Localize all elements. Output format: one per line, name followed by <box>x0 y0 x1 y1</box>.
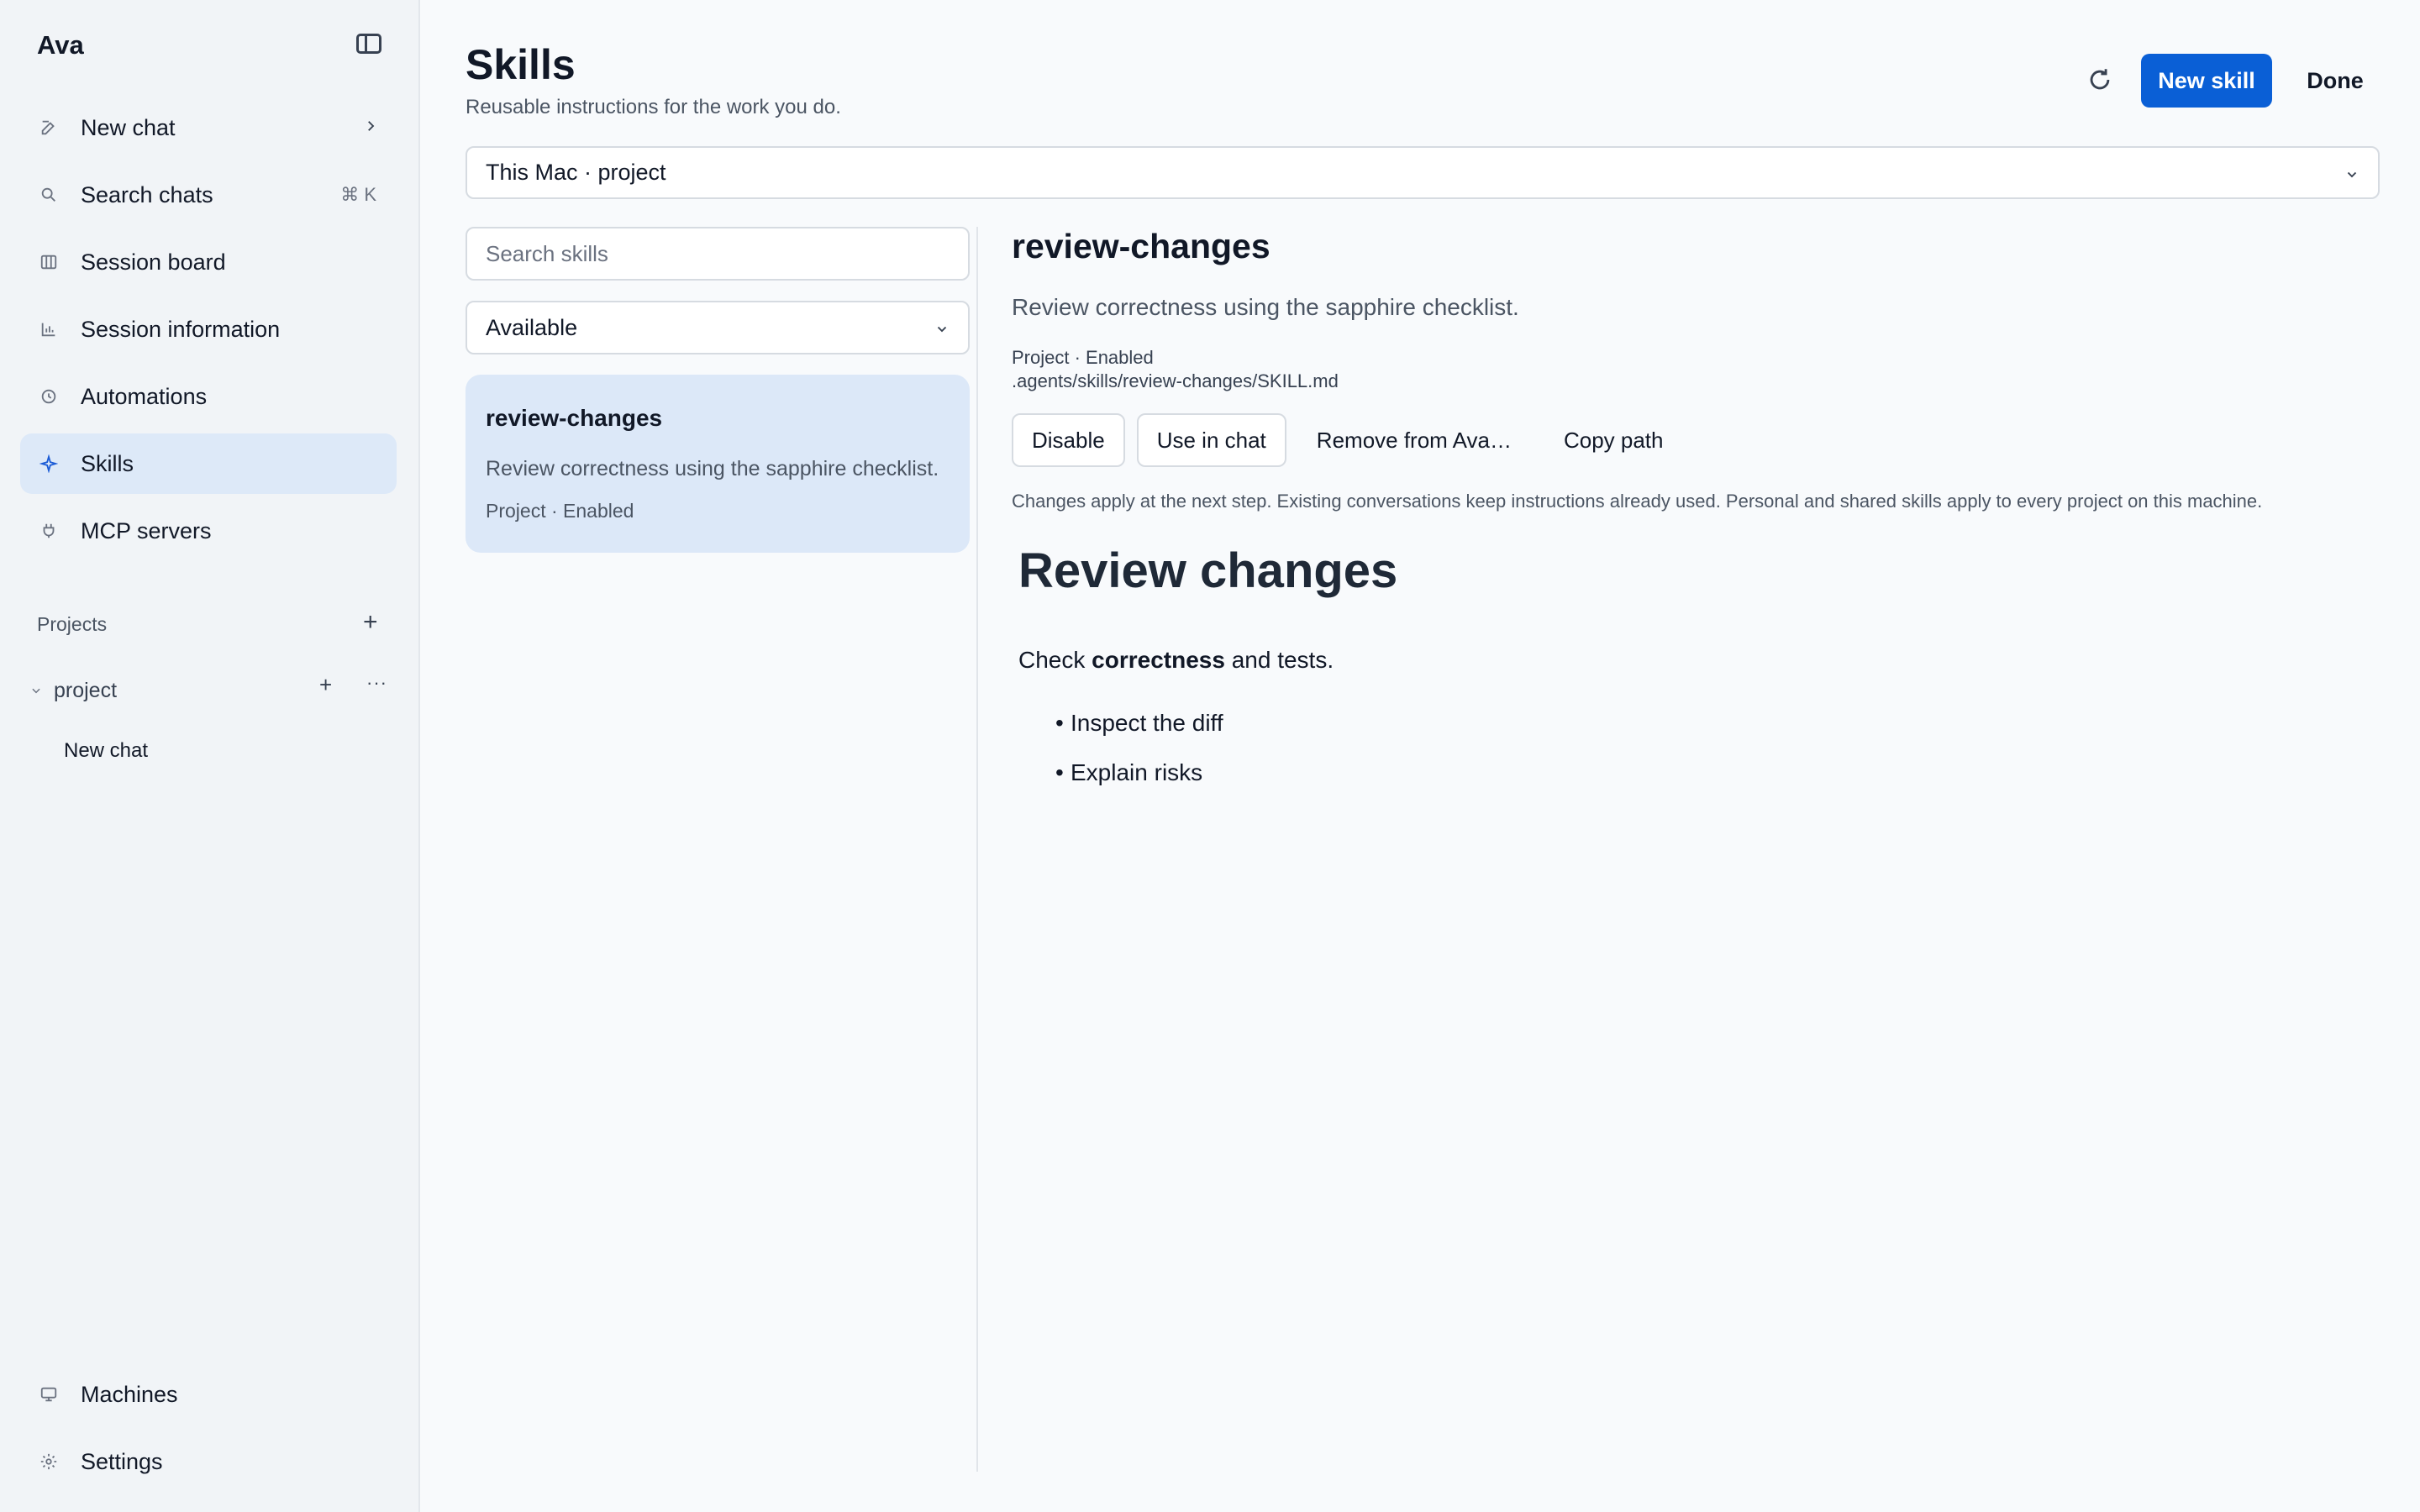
sidebar-item-automations[interactable]: Automations <box>20 366 397 427</box>
sidebar-item-new-chat[interactable]: New chat <box>20 97 397 158</box>
board-icon <box>29 232 69 292</box>
filter-select-value: Available <box>486 314 578 340</box>
project-name: project <box>54 678 118 702</box>
scope-select[interactable]: This Mac · project <box>466 146 2380 199</box>
sidebar-item-session-board[interactable]: Session board <box>20 232 397 292</box>
compose-icon <box>29 97 69 158</box>
skill-status: Project · Enabled <box>1012 347 1154 368</box>
skill-content-bullet: Explain risks <box>1055 759 1202 786</box>
chevron-down-icon <box>32 688 40 694</box>
gear-icon <box>29 1431 69 1492</box>
clock-icon <box>29 366 69 427</box>
skill-content-heading: Review changes <box>1018 543 1398 598</box>
skill-filter-select[interactable]: Available <box>466 301 970 354</box>
chevron-down-icon <box>937 326 947 333</box>
sidebar-item-label: MCP servers <box>81 517 212 543</box>
sidebar-item-label: Machines <box>81 1381 178 1407</box>
sidebar-item-machines[interactable]: Machines <box>20 1364 397 1425</box>
refresh-button[interactable] <box>2086 66 2114 94</box>
paragraph-text: and tests. <box>1224 647 1334 673</box>
search-skills-input[interactable] <box>466 227 970 281</box>
search-icon <box>29 165 69 225</box>
sidebar-item-skills[interactable]: Skills <box>20 433 397 494</box>
plug-icon <box>29 501 69 561</box>
sidebar-item-label: Settings <box>81 1448 163 1474</box>
chevron-down-icon <box>2347 171 2357 178</box>
project-item[interactable]: project <box>30 674 117 707</box>
new-skill-button[interactable]: New skill <box>2141 54 2272 108</box>
remove-button[interactable]: Remove from Ava… <box>1298 413 1530 467</box>
done-button[interactable]: Done <box>2289 54 2381 108</box>
sidebar-item-label: Automations <box>81 383 208 409</box>
sidebar-item-label: New chat <box>81 114 176 140</box>
monitor-icon <box>29 1364 69 1425</box>
skill-item-description: Review correctness using the sapphire ch… <box>486 457 939 480</box>
skill-list-item[interactable]: review-changes Review correctness using … <box>466 375 970 553</box>
add-project-button[interactable]: + <box>363 610 378 635</box>
chevron-right-icon <box>363 116 378 139</box>
sparkle-icon <box>29 433 69 494</box>
sidebar-item-settings[interactable]: Settings <box>20 1431 397 1492</box>
disable-button[interactable]: Disable <box>1012 413 1125 467</box>
skill-detail-meta: Project · Enabled .agents/skills/review-… <box>1012 346 1339 393</box>
sidebar-item-search-chats[interactable]: Search chats ⌘ K <box>20 165 397 225</box>
new-project-chat-button[interactable]: + <box>319 674 332 696</box>
sidebar-item-mcp-servers[interactable]: MCP servers <box>20 501 397 561</box>
sidebar-item-label: Skills <box>81 450 134 476</box>
skill-actions: Disable Use in chat Remove from Ava… Cop… <box>1012 413 1697 467</box>
app-title: Ava <box>37 30 84 60</box>
skill-detail-title: review-changes <box>1012 227 1270 265</box>
use-in-chat-button[interactable]: Use in chat <box>1136 413 1286 467</box>
skill-path: .agents/skills/review-changes/SKILL.md <box>1012 370 1339 391</box>
projects-section-label: Projects <box>37 613 108 635</box>
skill-content-bullet: Inspect the diff <box>1055 710 1223 737</box>
sidebar: Ava New chat Search chats ⌘ K Session bo… <box>0 0 420 1512</box>
panel-divider <box>976 227 978 1472</box>
project-more-button[interactable]: ··· <box>366 672 387 694</box>
project-chat-item[interactable]: New chat <box>64 739 148 763</box>
skill-item-name: review-changes <box>486 405 663 431</box>
skill-content-paragraph: Check correctness and tests. <box>1018 647 1334 674</box>
skill-detail-description: Review correctness using the sapphire ch… <box>1012 294 1519 320</box>
paragraph-bold-text: correctness <box>1092 647 1225 673</box>
sidebar-item-label: Session board <box>81 249 226 275</box>
chart-icon <box>29 299 69 360</box>
scope-select-value: This Mac · project <box>486 160 666 185</box>
keyboard-shortcut: ⌘ K <box>340 184 376 205</box>
sidebar-item-label: Search chats <box>81 181 213 207</box>
main-panel: Skills Reusable instructions for the wor… <box>422 0 2420 1512</box>
refresh-icon <box>2090 69 2110 90</box>
changes-notice: Changes apply at the next step. Existing… <box>1012 491 2263 512</box>
page-title: Skills <box>466 41 576 88</box>
sidebar-item-label: Session information <box>81 316 281 342</box>
skill-item-meta: Project · Enabled <box>486 500 634 522</box>
paragraph-text: Check <box>1018 647 1092 673</box>
copy-path-button[interactable]: Copy path <box>1545 413 1682 467</box>
sidebar-toggle-icon[interactable] <box>356 34 381 54</box>
page-subtitle: Reusable instructions for the work you d… <box>466 96 841 118</box>
sidebar-item-session-information[interactable]: Session information <box>20 299 397 360</box>
